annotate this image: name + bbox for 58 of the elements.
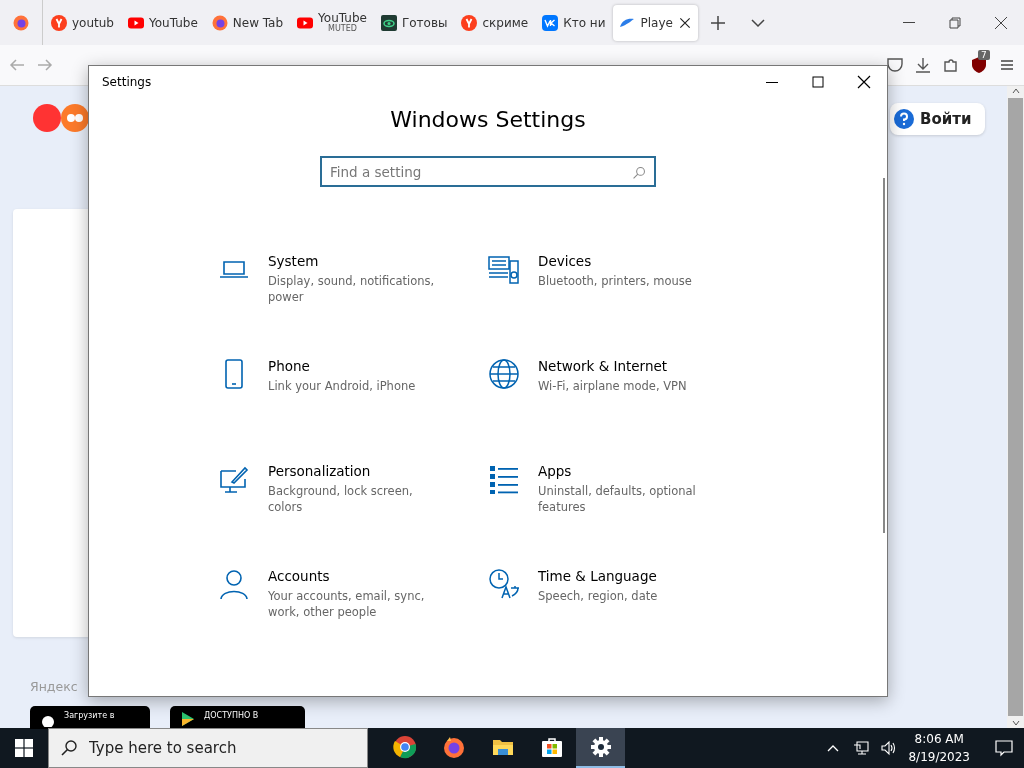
firefox-icon bbox=[441, 735, 466, 759]
settings-category[interactable]: System Display, sound, notifications, power bbox=[218, 253, 488, 323]
yandex-icon bbox=[51, 14, 67, 31]
browser-tab[interactable]: youtub bbox=[45, 4, 120, 41]
download-icon[interactable] bbox=[914, 56, 932, 74]
vk-icon bbox=[542, 14, 559, 31]
browser-tab[interactable]: New Tab bbox=[205, 4, 290, 41]
scroll-up-icon[interactable] bbox=[1010, 86, 1021, 96]
firefox-icon bbox=[13, 14, 29, 31]
settings-category[interactable]: Accounts Your accounts, email, sync, work, other people bbox=[218, 568, 488, 638]
search-field[interactable]: Find a setting bbox=[320, 156, 656, 187]
scrollbar-thumb[interactable] bbox=[1008, 98, 1023, 716]
clock[interactable]: 8:06 AM 8/19/2023 bbox=[908, 730, 970, 766]
settings-category[interactable]: Apps Uninstall, defaults, optional features bbox=[488, 463, 758, 533]
plus-icon bbox=[708, 13, 727, 32]
settings-category[interactable]: Network & Internet Wi-Fi, airplane mode, VPN bbox=[488, 358, 758, 428]
windows-logo-icon bbox=[15, 736, 33, 760]
minimize-icon bbox=[766, 81, 778, 83]
list-icon bbox=[488, 463, 520, 495]
scroll-down-icon[interactable] bbox=[1010, 718, 1021, 728]
firefox-icon bbox=[211, 14, 228, 31]
browser-tab[interactable]: Playe bbox=[613, 4, 698, 41]
search-icon bbox=[60, 739, 78, 757]
settings-category[interactable]: Time & Language Speech, region, date bbox=[488, 568, 758, 638]
browser-tab[interactable]: YouTube MUTED bbox=[291, 4, 373, 41]
help-icon bbox=[894, 109, 914, 129]
settings-category[interactable]: Devices Bluetooth, printers, mouse bbox=[488, 253, 758, 323]
person-icon bbox=[218, 568, 250, 600]
window-title: Settings bbox=[102, 75, 153, 89]
scrollbar-thumb[interactable] bbox=[883, 178, 885, 533]
browser-tab[interactable]: Готовы bbox=[374, 4, 454, 41]
globe-icon bbox=[488, 358, 520, 390]
maximize-icon bbox=[809, 73, 827, 91]
yandex-icon bbox=[461, 14, 478, 31]
settings-icon bbox=[588, 735, 613, 759]
taskbar-search-field[interactable]: Type here to search bbox=[48, 728, 368, 768]
browser-tab[interactable]: скриме bbox=[455, 4, 535, 41]
extension-badge: 7 bbox=[978, 50, 990, 60]
shield-icon[interactable] bbox=[970, 56, 988, 74]
eye-icon bbox=[380, 14, 397, 31]
store-icon bbox=[539, 735, 564, 759]
clock-language-icon bbox=[488, 568, 520, 600]
footer-text: Яндекс bbox=[30, 679, 78, 694]
network-icon[interactable] bbox=[852, 739, 871, 757]
notifications-icon[interactable] bbox=[994, 738, 1014, 758]
settings-category[interactable]: Personalization Background, lock screen, colors bbox=[218, 463, 488, 533]
page-heading: Windows Settings bbox=[390, 107, 586, 132]
settings-category[interactable]: Phone Link your Android, iPhone bbox=[218, 358, 488, 428]
store-badge[interactable]: Загрузите в bbox=[30, 706, 150, 729]
login-button[interactable]: Войти bbox=[890, 103, 986, 135]
minimize-icon bbox=[903, 22, 915, 23]
browser-tab[interactable]: Кто ни bbox=[536, 4, 612, 41]
taskbar-app[interactable] bbox=[576, 728, 625, 768]
close-icon bbox=[855, 73, 873, 91]
chrome-icon bbox=[392, 735, 417, 759]
browser-tab[interactable]: YouTube bbox=[122, 4, 204, 41]
store-badge[interactable]: ДОСТУПНО В bbox=[170, 706, 305, 729]
keyboard-speaker-icon bbox=[488, 253, 520, 285]
